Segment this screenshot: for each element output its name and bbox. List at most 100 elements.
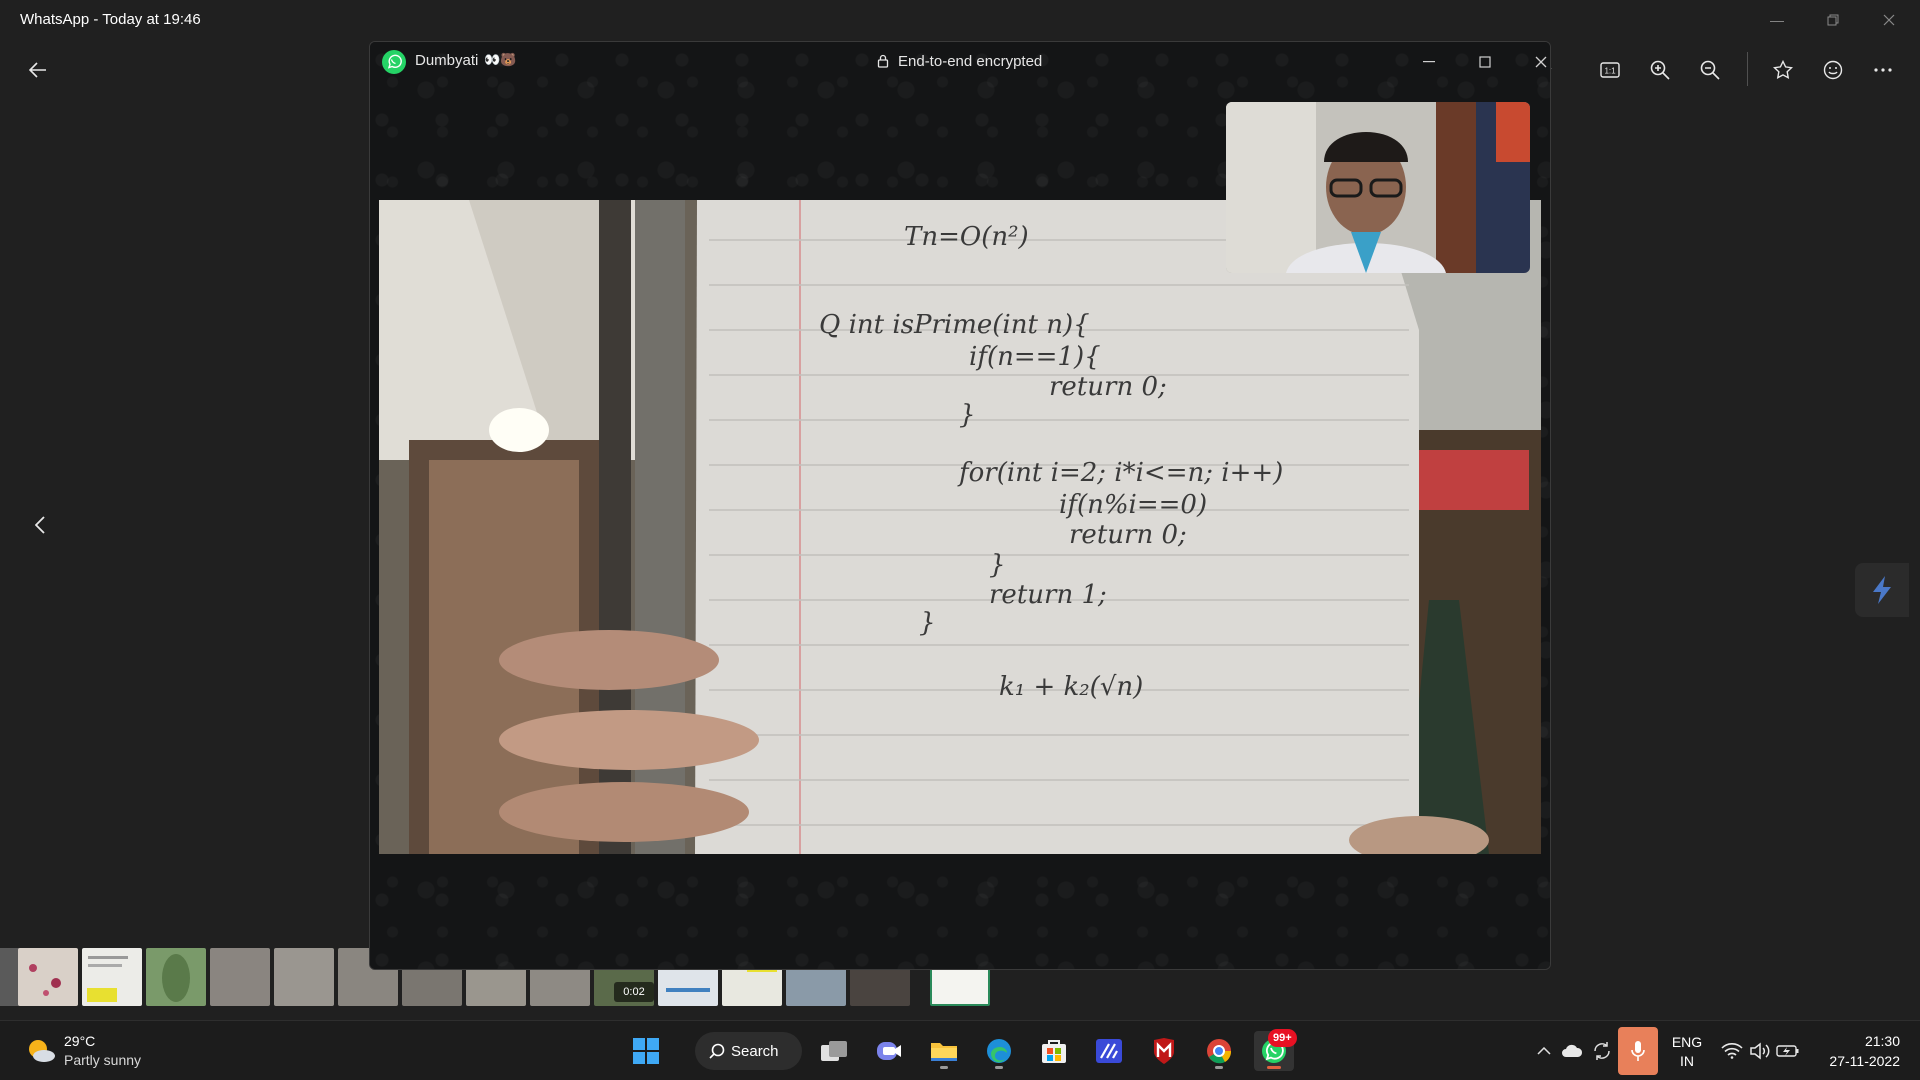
chevron-up-icon [1537, 1047, 1551, 1055]
microphone-in-use-button[interactable] [1618, 1027, 1658, 1075]
speaker-icon [1750, 1042, 1770, 1060]
lock-icon [877, 54, 889, 73]
previous-photo-button[interactable] [20, 505, 60, 545]
note-line: if(n==1){ [969, 342, 1101, 372]
star-icon [1773, 60, 1793, 79]
wifi-icon [1721, 1043, 1743, 1059]
search-label: Search [731, 1043, 779, 1060]
cloud-icon [1562, 1044, 1583, 1057]
taskbar-search[interactable]: Search [695, 1032, 802, 1070]
thumbnail[interactable] [210, 948, 270, 1006]
thumbnail[interactable] [146, 948, 206, 1006]
close-button[interactable] [1866, 6, 1912, 34]
toolbar-divider [1747, 52, 1748, 86]
back-arrow-icon [29, 62, 46, 78]
mcafee-shield-icon [1154, 1038, 1174, 1064]
more-button[interactable] [1863, 50, 1903, 90]
thumbnail[interactable] [0, 948, 20, 1006]
running-indicator [1215, 1066, 1223, 1069]
sync-tray[interactable] [1590, 1039, 1614, 1063]
show-hidden-icons-button[interactable] [1532, 1039, 1556, 1063]
search-icon [709, 1043, 725, 1059]
editor-app-button[interactable] [1089, 1031, 1129, 1071]
chevron-left-icon [35, 516, 45, 534]
self-video-frame [1226, 102, 1530, 273]
file-explorer-button[interactable] [924, 1031, 964, 1071]
note-line: return 0; [1069, 520, 1187, 550]
restore-button[interactable] [1810, 6, 1856, 34]
call-titlebar: Dumbyati 👀🐻 End-to-end encrypted [370, 42, 1550, 82]
wifi-tray[interactable] [1720, 1039, 1744, 1063]
volume-tray[interactable] [1748, 1039, 1772, 1063]
thumbnail[interactable] [82, 948, 142, 1006]
note-line: return 1; [989, 580, 1107, 610]
weather-description[interactable]: Partly sunny [64, 1052, 141, 1068]
battery-tray[interactable] [1776, 1039, 1800, 1063]
note-line: } [919, 608, 936, 638]
call-close-button[interactable] [1521, 48, 1550, 76]
weather-sun-icon[interactable] [26, 1037, 56, 1068]
teams-chat-button[interactable] [869, 1031, 909, 1071]
maximize-icon [1479, 56, 1491, 68]
onedrive-tray[interactable] [1560, 1039, 1584, 1063]
zoom-in-button[interactable] [1640, 50, 1680, 90]
restore-icon [1827, 14, 1839, 26]
thumbnail[interactable] [274, 948, 334, 1006]
task-view-button[interactable] [814, 1031, 854, 1071]
self-video-preview [1226, 102, 1530, 273]
microsoft-store-button[interactable] [1034, 1031, 1074, 1071]
zoom-out-button[interactable] [1690, 50, 1730, 90]
viewer-title: WhatsApp - Today at 19:46 [20, 11, 201, 28]
favorite-button[interactable] [1763, 50, 1803, 90]
taskbar: 29°C Partly sunny Search 99+ ENG IN 21:3… [0, 1020, 1920, 1080]
svg-text:1:1: 1:1 [1604, 67, 1616, 76]
thumbnail-image [87, 956, 128, 1002]
active-indicator [1267, 1066, 1281, 1069]
windows-logo-icon [633, 1038, 659, 1064]
reactions-button[interactable] [1813, 50, 1853, 90]
more-icon [1874, 68, 1892, 72]
weather-temperature[interactable]: 29°C [64, 1033, 95, 1049]
input-language[interactable]: ENG [1670, 1034, 1704, 1050]
call-maximize-button[interactable] [1465, 48, 1505, 76]
real-size-icon: 1:1 [1600, 62, 1620, 78]
clock-date[interactable]: 27-11-2022 [1800, 1053, 1900, 1069]
note-line: for(int i=2; i*i<=n; i++) [959, 458, 1284, 488]
note-line: k₁ + k₂(√n) [999, 672, 1144, 702]
whatsapp-call-window: Dumbyati 👀🐻 End-to-end encrypted Tn=O(n²… [369, 41, 1551, 970]
clock-time[interactable]: 21:30 [1820, 1033, 1900, 1049]
lightning-icon [1873, 576, 1891, 604]
start-button[interactable] [626, 1031, 666, 1071]
chrome-button[interactable] [1199, 1031, 1239, 1071]
side-widget[interactable] [1855, 563, 1909, 617]
call-minimize-button[interactable] [1409, 48, 1449, 76]
mcafee-button[interactable] [1144, 1031, 1184, 1071]
note-line: Tn=O(n²) [904, 222, 1029, 252]
viewer-titlebar: WhatsApp - Today at 19:46 — [0, 0, 1920, 40]
note-line: if(n%i==0) [1059, 490, 1208, 520]
whatsapp-logo-icon [382, 50, 406, 74]
input-region[interactable]: IN [1670, 1053, 1704, 1069]
zoom-in-icon [1650, 60, 1670, 80]
teams-chat-icon [877, 1042, 901, 1060]
task-view-icon [821, 1041, 847, 1061]
edge-icon [987, 1039, 1011, 1063]
zoom-out-icon [1700, 60, 1720, 80]
edge-browser-button[interactable] [979, 1031, 1019, 1071]
contact-name: Dumbyati [415, 52, 479, 69]
contact-emojis: 👀🐻 [484, 52, 517, 67]
battery-charging-icon [1776, 1045, 1799, 1057]
thumbnail-image [29, 964, 61, 996]
sync-icon [1594, 1042, 1610, 1060]
editor-app-icon [1096, 1039, 1122, 1063]
running-indicator [995, 1066, 1003, 1069]
thumbnail[interactable] [18, 948, 78, 1006]
whatsapp-unread-badge: 99+ [1268, 1029, 1297, 1047]
note-line: } [989, 550, 1006, 580]
store-icon [1042, 1040, 1066, 1063]
encryption-label: End-to-end encrypted [898, 53, 1043, 70]
real-size-button[interactable]: 1:1 [1590, 50, 1630, 90]
note-line: Q int isPrime(int n){ [819, 310, 1090, 340]
back-button[interactable] [18, 50, 58, 90]
minimize-button[interactable]: — [1754, 6, 1800, 34]
